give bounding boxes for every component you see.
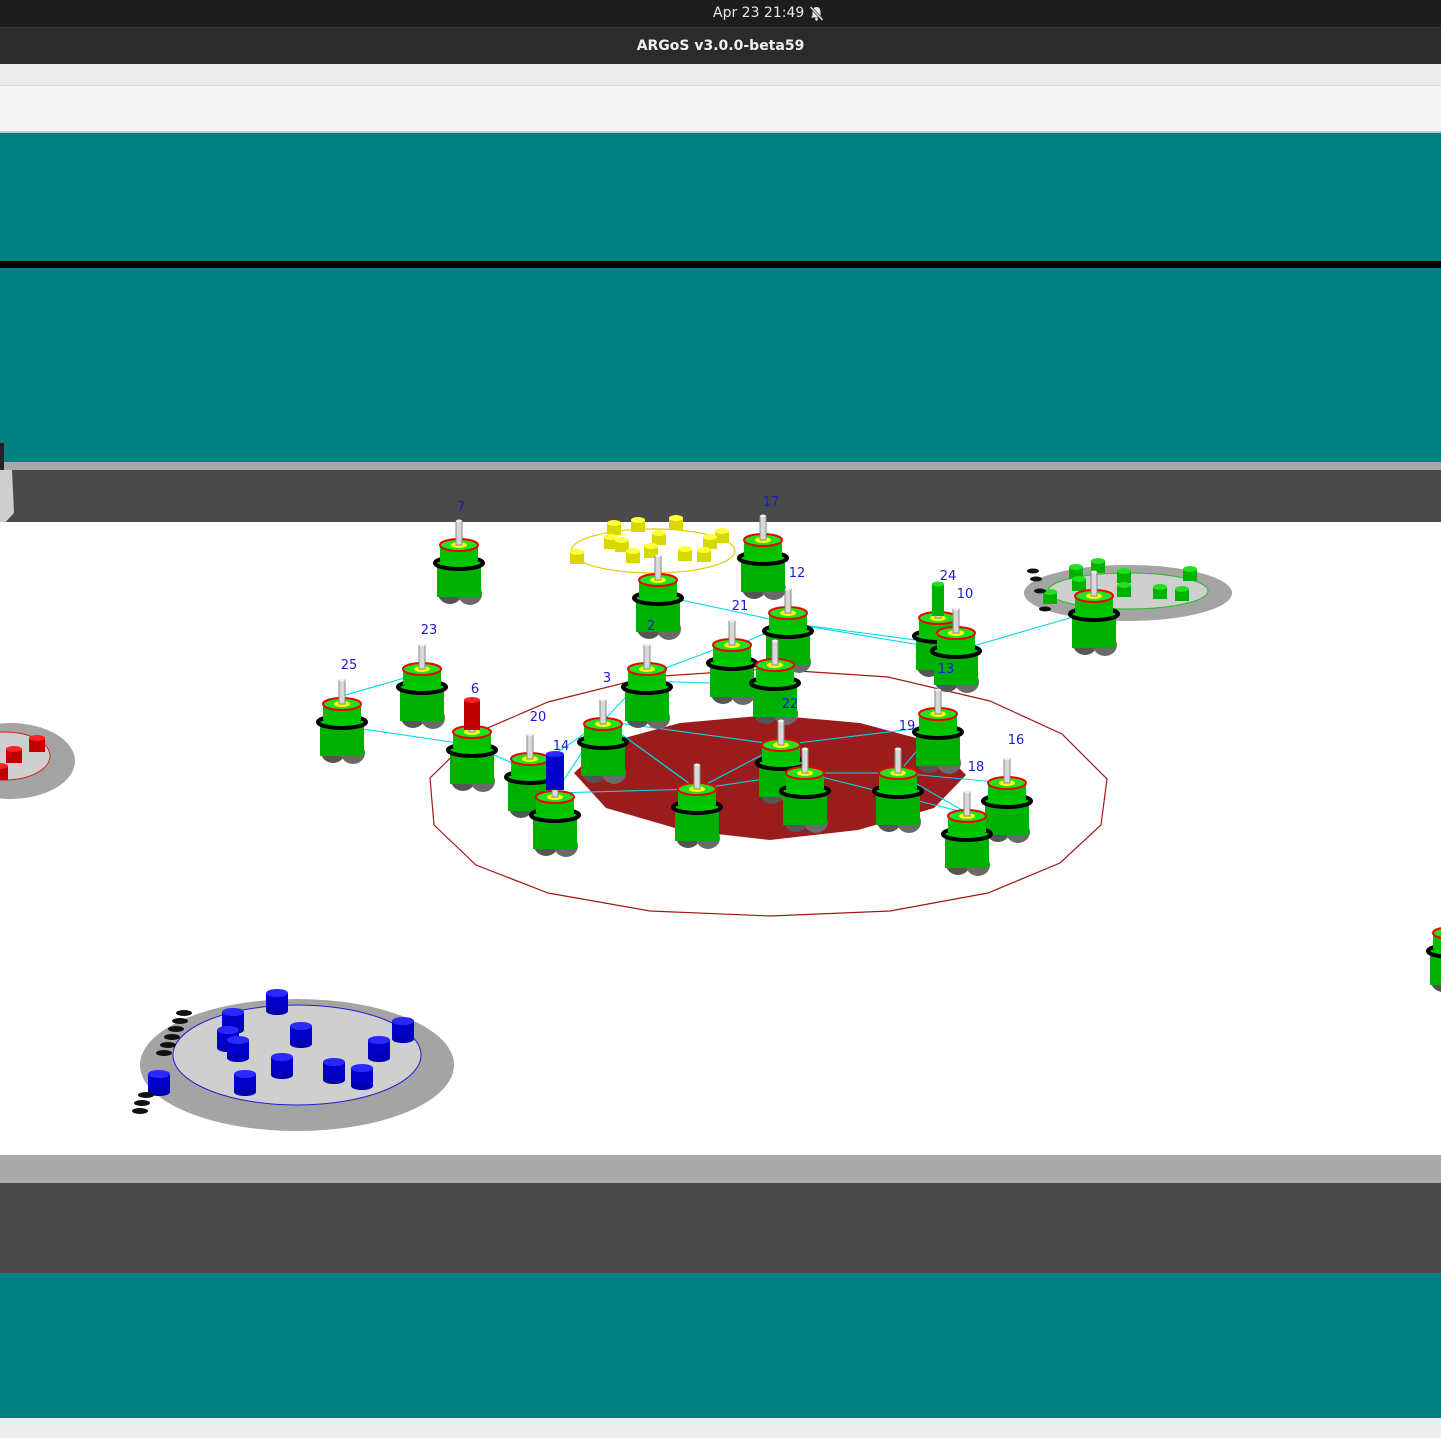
- status-bar: [0, 1418, 1441, 1438]
- robot-label: 14: [553, 739, 570, 754]
- robot-label: 24: [940, 569, 957, 584]
- robot-label: 2: [647, 619, 655, 634]
- robot-label: 22: [782, 697, 799, 712]
- robot-label: 23: [421, 623, 438, 638]
- robot-label: 6: [471, 682, 479, 697]
- robot-label: 10: [957, 587, 974, 602]
- robot-label: 18: [968, 760, 985, 775]
- system-top-bar: Apr 23 21:49: [0, 0, 1441, 27]
- toolbar: [0, 86, 1441, 133]
- window-title: ARGoS v3.0.0-beta59: [636, 38, 805, 54]
- robot-label: 3: [603, 671, 611, 686]
- bell-muted-icon[interactable]: [808, 5, 825, 22]
- system-clock[interactable]: Apr 23 21:49: [713, 5, 804, 21]
- robot-label: 21: [732, 599, 749, 614]
- robot-label: 12: [789, 566, 806, 581]
- robot-label: 19: [899, 719, 916, 734]
- window-title-bar: ARGoS v3.0.0-beta59: [0, 27, 1441, 65]
- robot-label: 17: [763, 495, 780, 510]
- robot-label: 20: [530, 710, 547, 725]
- arena-render[interactable]: 7 17 12 24 10 21 13 2 23 25 19 3 6 22 20…: [0, 133, 1441, 1418]
- menu-bar: [0, 64, 1441, 86]
- robot-label: 16: [1008, 733, 1025, 748]
- robot-label: 13: [938, 662, 955, 677]
- robot-label: 7: [457, 500, 465, 515]
- robot-label: 25: [341, 658, 358, 673]
- simulation-viewport[interactable]: 7 17 12 24 10 21 13 2 23 25 19 3 6 22 20…: [0, 133, 1441, 1418]
